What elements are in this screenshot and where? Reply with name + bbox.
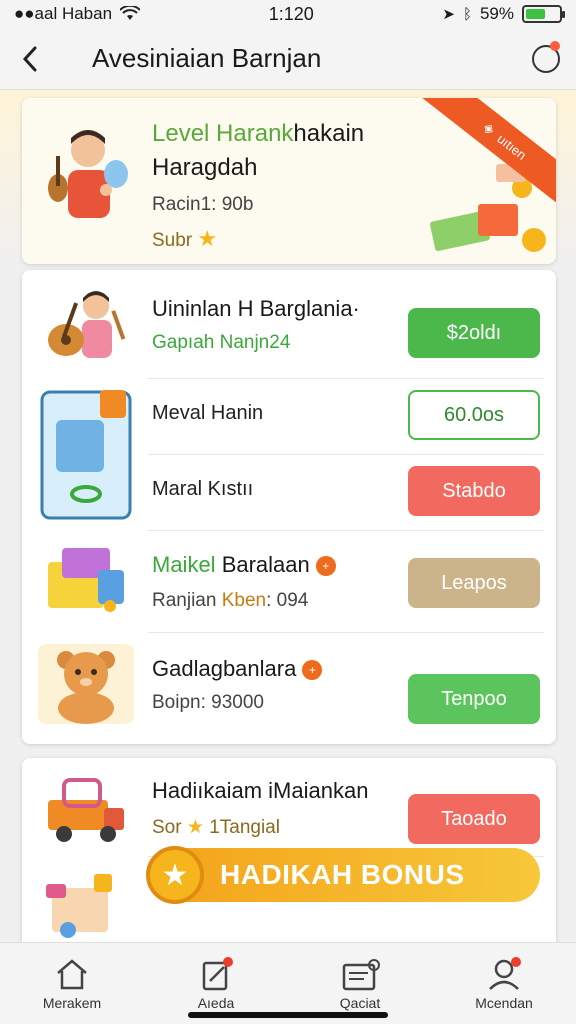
- toy-truck-icon: [48, 778, 124, 842]
- list-item[interactable]: Gadlagbanlara + Boipn: 93000 Tenpoo: [22, 632, 556, 744]
- item-subtitle-post: : 094: [266, 590, 309, 611]
- item-subtitle-post: 1Tangial: [209, 817, 280, 838]
- badge-dot-icon: +: [315, 556, 336, 577]
- content-area: Level Harankhakain Haragdah Racin1: 90b …: [0, 90, 576, 958]
- card-icon: [342, 959, 380, 991]
- star-icon: ★: [197, 226, 218, 251]
- status-left: ●●aal Haban: [14, 4, 141, 24]
- tab-label: Qaciat: [339, 995, 381, 1011]
- item-subtitle: Meval Hanin: [152, 402, 264, 424]
- battery-percent: 59%: [479, 4, 514, 23]
- battery-fill: [526, 9, 545, 19]
- tab-home[interactable]: Merakem: [0, 943, 144, 1024]
- item-subtitle-pre: Sor: [152, 817, 182, 838]
- status-right: ➤ ᛒ 59%: [442, 4, 565, 24]
- notification-circle-icon: [532, 40, 560, 73]
- nav-bar: Avesiniaian Barnjan: [0, 28, 576, 90]
- ribbon-text: uıtıen: [494, 130, 530, 163]
- item-subtitle: Maral Kıstıı: [152, 478, 254, 500]
- bonus-banner[interactable]: ★ HADIKAH BONUS: [146, 846, 540, 904]
- status-time: 1:120: [268, 3, 314, 24]
- flame-icon: ◈: [480, 119, 498, 138]
- hero-title-line2: Haragdah: [152, 154, 258, 181]
- item-title: Maikel Baralaan +: [152, 552, 336, 578]
- carrier-label: ●●aal Haban: [14, 4, 113, 23]
- gift-list-card: Hadiıkaiam iMaiankan Sor ★ 1Tangial Taoa…: [22, 758, 556, 958]
- edit-icon: [202, 957, 233, 991]
- tab-label: Merakem: [42, 995, 102, 1011]
- item-subtitle: Gapıah Nanjn24: [152, 332, 291, 353]
- coin-star-icon: ★: [146, 846, 204, 904]
- toy-box-icon: [48, 548, 124, 612]
- back-button[interactable]: [0, 28, 60, 90]
- item-subtitle: Sor ★ 1Tangial: [152, 816, 280, 839]
- price-button[interactable]: 60.0os: [408, 390, 540, 440]
- item-title-green: Maikel: [152, 552, 216, 577]
- item-title: Uininlan H Barglania·: [152, 296, 360, 321]
- bonus-text: HADIKAH BONUS: [220, 859, 465, 890]
- notification-button[interactable]: [516, 28, 576, 90]
- item-title: Hadiıkaiam iMaiankan: [152, 778, 369, 803]
- action-button[interactable]: Tenpoo: [408, 674, 540, 724]
- list-item[interactable]: Hadiıkaiam iMaiankan Sor ★ 1Tangial Taoa…: [22, 758, 556, 854]
- claim-button[interactable]: $2oldı: [408, 308, 540, 358]
- list-item[interactable]: Maikel Baralaan + Ranjian Kben: 094 Leapo…: [22, 530, 556, 632]
- guitar-boy-icon: [48, 130, 128, 218]
- badge-dot-icon: +: [302, 660, 323, 681]
- item-title-rest: Baralaan: [215, 552, 310, 577]
- gift-toys-icon: [46, 874, 112, 938]
- list-item[interactable]: Meval Hanin 60.0os: [22, 378, 556, 454]
- tab-label: Mcendan: [475, 995, 533, 1011]
- item-subtitle-accent: Kben: [221, 590, 267, 611]
- item-subtitle: Boipn: 93000: [152, 692, 264, 713]
- tab-profile[interactable]: Mcendan: [432, 943, 576, 1024]
- profile-icon: [489, 957, 521, 990]
- item-title: Gadlagbanlara +: [152, 656, 323, 682]
- tab-label: Aıeda: [197, 995, 235, 1011]
- list-item[interactable]: Uininlan H Barglania· Gapıah Nanjn24 $2o…: [22, 270, 556, 378]
- status-button[interactable]: Stabdo: [408, 466, 540, 516]
- chevron-left-icon: [22, 46, 37, 71]
- reward-list-card: Uininlan H Barglania· Gapıah Nanjn24 $2o…: [22, 270, 556, 744]
- action-button[interactable]: Leapos: [408, 558, 540, 608]
- hero-subtitle: Racin1: 90b: [152, 194, 254, 215]
- hero-star-label: Subr: [152, 230, 193, 251]
- hero-title-rest: hakain: [293, 120, 365, 147]
- home-indicator: [188, 1012, 388, 1018]
- item-title-text: Gadlagbanlara: [152, 656, 297, 681]
- wifi-icon: [120, 6, 141, 20]
- hero-title-green: Level Harank: [152, 120, 294, 147]
- hero-title: Level Harankhakain: [152, 120, 364, 148]
- status-bar: ●●aal Haban 1:120 ➤ ᛒ 59%: [0, 0, 576, 28]
- star-icon: ★: [186, 817, 204, 838]
- bluetooth-icon: ᛒ: [462, 5, 472, 23]
- item-subtitle-pre: Ranjian: [152, 590, 222, 611]
- hero-card[interactable]: Level Harankhakain Haragdah Racin1: 90b …: [22, 98, 556, 264]
- page-title: Avesiniaian Barnjan: [92, 43, 322, 73]
- teddy-bear-icon: [38, 644, 134, 724]
- list-item[interactable]: Maral Kıstıı Stabdo: [22, 454, 556, 530]
- item-subtitle: Ranjian Kben: 094: [152, 590, 308, 612]
- battery-icon: [522, 5, 565, 23]
- action-button[interactable]: Taoado: [408, 794, 540, 844]
- home-icon: [57, 959, 87, 990]
- guitar-boy-icon: [48, 291, 126, 358]
- location-icon: ➤: [442, 6, 455, 23]
- hero-star-row: Subr ★: [152, 226, 217, 252]
